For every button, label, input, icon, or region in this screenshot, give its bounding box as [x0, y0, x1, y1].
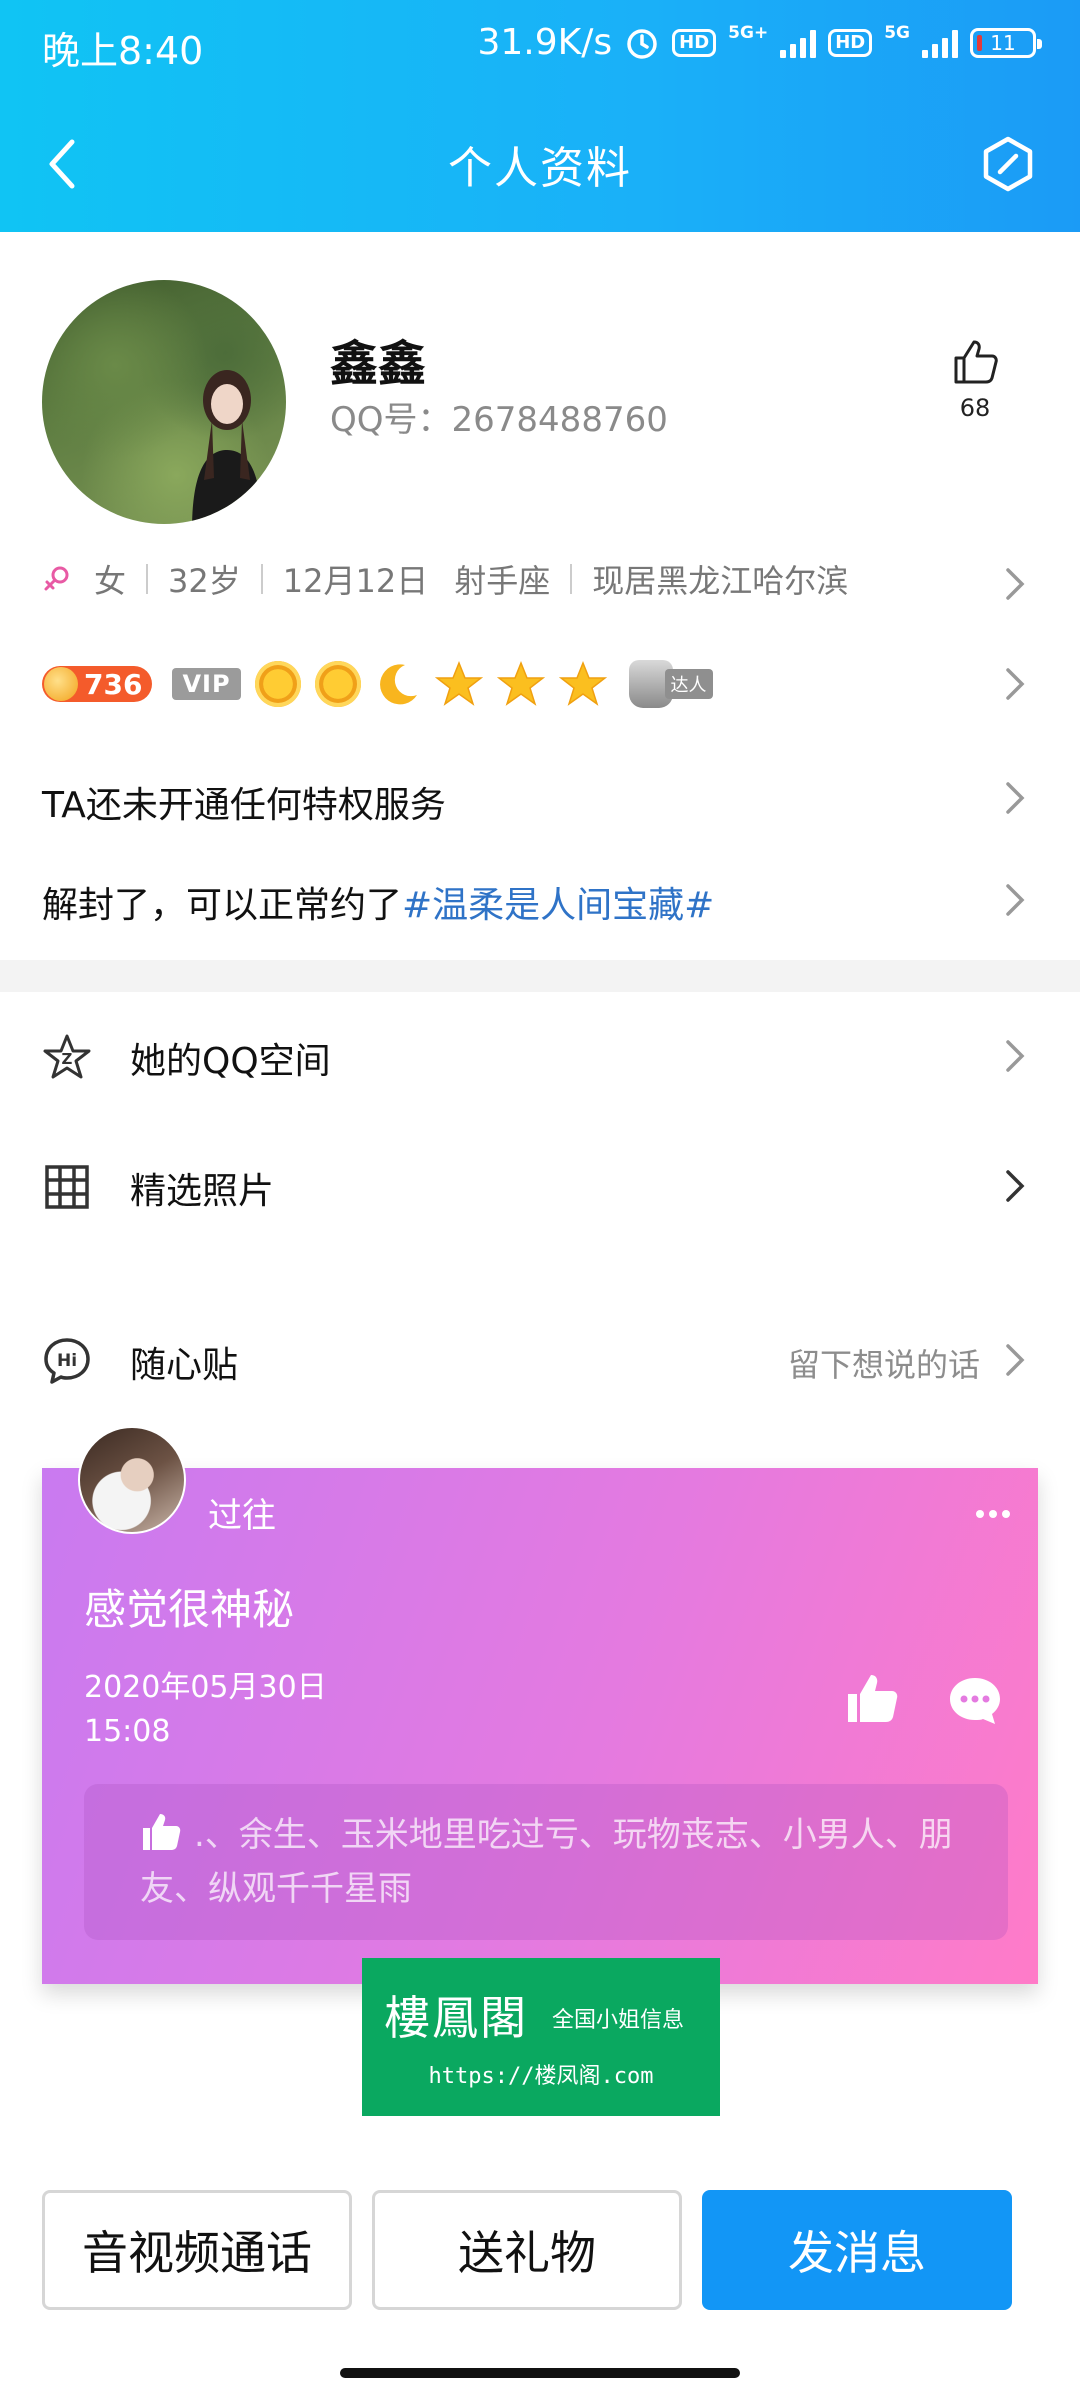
- privilege-row[interactable]: TA还未开通任何特权服务: [42, 776, 446, 828]
- watermark-subtitle: 全国小姐信息: [552, 2008, 685, 2033]
- divider: [260, 564, 263, 594]
- profile-avatar[interactable]: [42, 280, 286, 524]
- avatar-figure: [192, 370, 262, 524]
- signature-hashtag[interactable]: #温柔是人间宝藏#: [402, 885, 714, 926]
- star-level-icon: [496, 660, 545, 706]
- svg-text:Hi: Hi: [57, 1351, 77, 1371]
- svg-text:Z: Z: [62, 1050, 73, 1068]
- menu-label-qzone: 她的QQ空间: [130, 1041, 331, 1082]
- qq-number: QQ号：2678488760: [330, 400, 668, 440]
- level-value: 736: [84, 667, 143, 701]
- signal-icon-1: [780, 28, 817, 58]
- chevron-right-icon: [1006, 884, 1025, 916]
- female-icon: [44, 566, 69, 591]
- qzone-star-icon: Z: [43, 1034, 91, 1079]
- thumbs-up-icon: [954, 340, 998, 384]
- menu-label-photos: 精选照片: [130, 1171, 275, 1212]
- profile-info-row[interactable]: 女 32岁 12月12日 射手座 现居黑龙江哈尔滨: [42, 556, 848, 602]
- send-message-button[interactable]: 发消息: [702, 2190, 1012, 2310]
- level-coin-icon: [44, 667, 78, 701]
- menu-item-qzone[interactable]: Z 她的QQ空间: [0, 1006, 1080, 1106]
- status-bar: 晚上8:40 31.9K/s HD 5G+ HD 5G 11: [0, 0, 1080, 90]
- photo-grid-icon: [45, 1165, 89, 1209]
- watermark-overlay: 樓鳳閣 全国小姐信息 https://楼凤阁.com: [362, 1958, 720, 2116]
- menu-item-photos[interactable]: 精选照片: [0, 1136, 1080, 1236]
- network-type-2: 5G: [884, 22, 910, 43]
- birthday: 12月12日: [282, 562, 429, 600]
- level-badge: 736: [42, 666, 153, 702]
- vip-badge: VIP: [172, 668, 241, 700]
- sun-level-icon: [254, 661, 301, 707]
- note-author-name[interactable]: 过往: [208, 1488, 276, 1537]
- sun-level-icon: [314, 661, 361, 707]
- chevron-right-icon: [1006, 1040, 1025, 1072]
- signature-text: 解封了，可以正常约了: [42, 885, 403, 926]
- status-time: 晚上8:40: [42, 29, 204, 73]
- chevron-right-icon: [1006, 782, 1025, 814]
- hi-bubble-icon: Hi: [44, 1338, 90, 1384]
- more-options-icon[interactable]: [976, 1510, 1010, 1518]
- hd-badge-2: HD: [828, 28, 873, 57]
- header: 晚上8:40 31.9K/s HD 5G+ HD 5G 11 个人资料: [0, 0, 1080, 232]
- profile-like-button[interactable]: 68: [940, 336, 1010, 422]
- network-speed: 31.9K/s: [477, 22, 613, 63]
- divider: [570, 564, 573, 594]
- note-author-avatar[interactable]: [78, 1426, 186, 1534]
- note-time: 15:08: [84, 1714, 171, 1749]
- gender: 女: [94, 562, 127, 600]
- note-date: 2020年05月30日: [84, 1670, 327, 1705]
- like-count: 68: [959, 394, 991, 422]
- note-timestamp: 2020年05月30日 15:08: [84, 1666, 327, 1754]
- hd-badge-1: HD: [672, 28, 717, 57]
- level-badges-row[interactable]: 736 VIP 达人: [42, 660, 713, 708]
- page-title: 个人资料: [448, 143, 632, 194]
- divider: [146, 564, 149, 594]
- chevron-right-icon: [1006, 568, 1025, 600]
- alarm-icon: [627, 28, 657, 59]
- signal-icon-2: [922, 28, 958, 58]
- note-likers-list: .、余生、玉米地里吃过亏、玩物丧志、小男人、朋友、纵观千千星雨: [140, 1815, 953, 1909]
- settings-hexagon-icon[interactable]: [980, 136, 1036, 192]
- menu-item-notes[interactable]: Hi 随心贴 留下想说的话: [0, 1310, 1080, 1410]
- star-level-icon: [434, 660, 483, 706]
- username: 鑫鑫: [330, 336, 427, 392]
- note-comment-icon[interactable]: [948, 1676, 1002, 1726]
- notes-hint: 留下想说的话: [787, 1346, 980, 1384]
- signature-row[interactable]: 解封了，可以正常约了#温柔是人间宝藏#: [42, 876, 714, 928]
- video-call-button[interactable]: 音视频通话: [42, 2190, 352, 2310]
- menu-label-notes: 随心贴: [130, 1345, 239, 1386]
- talent-badge: 达人: [628, 660, 713, 708]
- note-likers-box: .、余生、玉米地里吃过亏、玩物丧志、小男人、朋友、纵观千千星雨: [84, 1784, 1008, 1940]
- age: 32岁: [168, 562, 241, 600]
- talent-label: 达人: [664, 669, 713, 699]
- zodiac: 射手座: [454, 562, 551, 600]
- location: 现居黑龙江哈尔滨: [592, 562, 849, 600]
- battery-icon: 11: [970, 27, 1042, 58]
- watermark-title: 樓鳳閣: [384, 1991, 528, 2045]
- section-divider: [0, 960, 1080, 992]
- home-indicator[interactable]: [340, 2368, 740, 2378]
- watermark-url: https://楼凤阁.com: [428, 2064, 654, 2089]
- moon-level-icon: [379, 664, 417, 705]
- send-gift-button[interactable]: 送礼物: [372, 2190, 682, 2310]
- star-level-icon: [558, 660, 607, 706]
- chevron-right-icon: [1006, 1170, 1025, 1202]
- note-like-icon[interactable]: [844, 1670, 900, 1726]
- status-indicators: 31.9K/s HD 5G+ HD 5G 11: [477, 22, 1042, 63]
- chevron-right-icon: [1006, 668, 1025, 700]
- network-type-1: 5G+: [728, 22, 769, 43]
- note-title: 感觉很神秘: [84, 1585, 295, 1634]
- chevron-right-icon: [1006, 1344, 1025, 1376]
